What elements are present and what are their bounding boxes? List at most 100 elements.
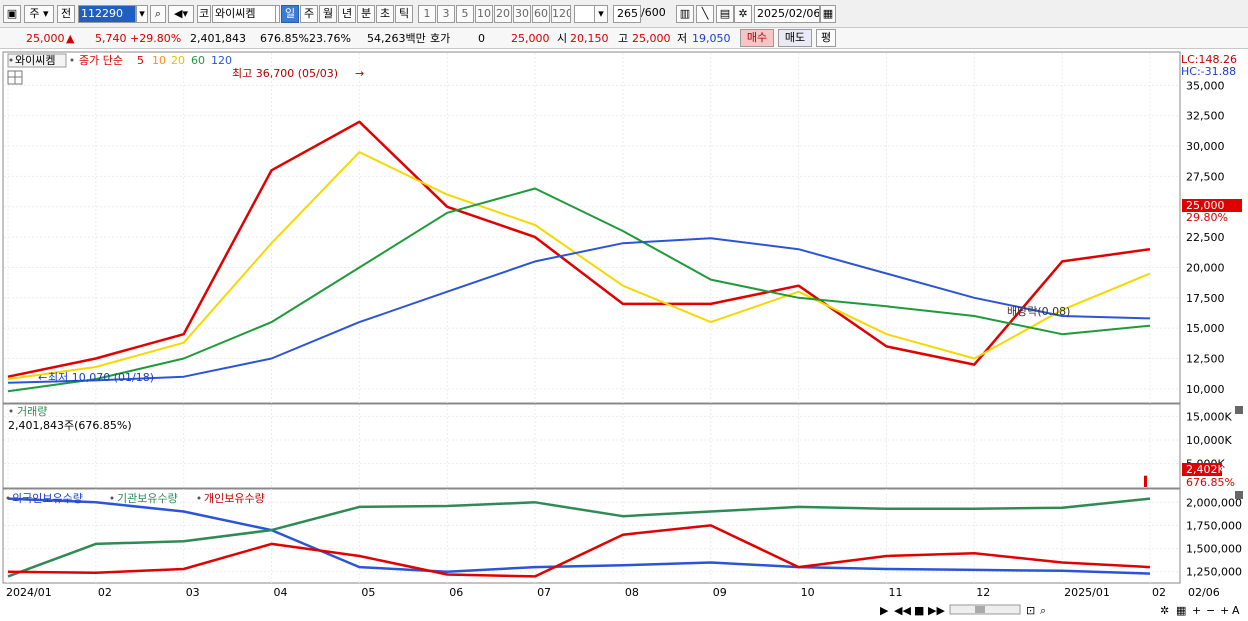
interval-20[interactable]: 20 — [494, 5, 512, 23]
chart-toolbar: ▣ 주 ▾ 전 112290 ▾ ⌕ ◀▾ 코 와이씨켐 일 주 월 년 분 초… — [0, 0, 1248, 28]
low-price: 19,050 — [692, 32, 731, 45]
count-max: /600 — [641, 6, 666, 19]
tab-daily[interactable]: 일 — [281, 5, 299, 23]
market-combo[interactable]: 주 ▾ — [24, 5, 54, 23]
price-tick-label: 30,000 — [1186, 140, 1225, 153]
price-tick-label: 22,500 — [1186, 231, 1225, 244]
legend-ma20: 20 — [171, 54, 185, 67]
price-tick-label: 15,000 — [1186, 322, 1225, 335]
x-tick-label: 04 — [274, 586, 288, 599]
calendar-icon[interactable]: ▦ — [820, 5, 836, 23]
dot-icon — [9, 409, 13, 413]
quote-bar: 25,000 ▲ 5,740 +29.80% 2,401,843 676.85%… — [0, 28, 1248, 49]
gear-icon[interactable]: ✲ — [734, 5, 752, 23]
stock-name-field[interactable]: 와이씨켐 — [212, 5, 276, 23]
stop-icon[interactable]: ■ — [914, 604, 924, 617]
price-tick-label: 10,000 — [1186, 383, 1225, 396]
plus-icon[interactable]: + — [1192, 604, 1201, 617]
x-tick-label: 2025/01 — [1064, 586, 1110, 599]
holdings-tick-label: 1,500,000 — [1186, 543, 1242, 556]
stock-chart[interactable]: 35,00032,50030,00027,50025,00022,50020,0… — [0, 49, 1248, 621]
interval-1[interactable]: 1 — [418, 5, 436, 23]
price-tick-label: 32,500 — [1186, 110, 1225, 123]
open-label: 시 — [557, 32, 568, 45]
eval-button[interactable]: 평 — [816, 29, 836, 47]
font-size-icon[interactable]: A — [1232, 604, 1240, 617]
candle-icon[interactable]: ▥ — [676, 5, 694, 23]
hoga-price: 25,000 — [511, 32, 550, 45]
price-tick-label: 12,500 — [1186, 353, 1225, 366]
price-tick-label: 35,000 — [1186, 79, 1225, 92]
interval-5[interactable]: 5 — [456, 5, 474, 23]
save-icon[interactable]: ▤ — [716, 5, 734, 23]
volume-bar-current — [1144, 475, 1147, 487]
market-combo-label: 주 — [29, 7, 40, 20]
x-tick-label: 02 — [98, 586, 112, 599]
interval-10[interactable]: 10 — [475, 5, 493, 23]
zoom-icon[interactable]: ⊡ — [1026, 604, 1035, 617]
x-tick-label: 11 — [888, 586, 902, 599]
legend-foreign: 외국인보유수량 — [12, 492, 83, 505]
x-tick-label: 10 — [801, 586, 815, 599]
price-tick-label: 20,000 — [1186, 261, 1225, 274]
interval-30[interactable]: 30 — [513, 5, 531, 23]
tab-tick[interactable]: 틱 — [395, 5, 413, 23]
rewind-icon[interactable]: ◀◀ — [894, 604, 911, 617]
scroll-thumb[interactable] — [975, 606, 985, 613]
dot-icon — [110, 496, 114, 500]
hc-label: HC:-31.88 — [1181, 65, 1236, 78]
window-icon[interactable]: ▣ — [3, 5, 21, 23]
right-arrow-icon: → — [355, 67, 364, 80]
close-icon[interactable] — [1235, 406, 1243, 414]
date-input[interactable]: 2025/02/06 — [754, 5, 820, 23]
prev-button[interactable]: 전 — [57, 5, 75, 23]
code-input[interactable]: 112290 — [78, 5, 136, 23]
price-tick-label: 17,500 — [1186, 292, 1225, 305]
low-annotation: 최저 10,070 (01/18) — [48, 371, 154, 384]
legend-ma120: 120 — [211, 54, 232, 67]
forward-icon[interactable]: ▶▶ — [928, 604, 945, 617]
tab-yearly[interactable]: 년 — [338, 5, 356, 23]
x-tick-label: 02 — [1152, 586, 1166, 599]
volume-current-pct: 676.85% — [1186, 476, 1235, 489]
speaker-icon[interactable]: ◀▾ — [168, 5, 194, 23]
x-tick-label: 2024/01 — [6, 586, 52, 599]
legend-ma5: 5 — [137, 54, 144, 67]
tab-weekly[interactable]: 주 — [300, 5, 318, 23]
left-arrow-icon: ← — [38, 371, 47, 384]
high-price: 25,000 — [632, 32, 671, 45]
x-axis-ticks: 2024/01 02 03 04 05 06 07 08 09 10 11 12 2025/01 02 02… — [6, 586, 1220, 599]
chevron-down-icon[interactable]: ▾ — [136, 5, 148, 23]
close-icon[interactable] — [1235, 491, 1243, 499]
x-tick-label: 06 — [449, 586, 463, 599]
dividend-annotation: 배당락(0.08) — [1007, 305, 1070, 318]
search-icon[interactable]: ⌕ — [150, 5, 166, 23]
x-tick-label: 09 — [713, 586, 727, 599]
interval-120[interactable]: 120 — [551, 5, 571, 23]
draw-line-icon[interactable]: ╲ — [696, 5, 714, 23]
sell-button[interactable]: 매도 — [778, 29, 812, 47]
buy-button[interactable]: 매수 — [740, 29, 774, 47]
settings-icon[interactable]: ✲ — [1160, 604, 1169, 617]
minus-icon[interactable]: − — [1206, 604, 1215, 617]
tab-monthly[interactable]: 월 — [319, 5, 337, 23]
volume-tick-label: 15,000K — [1186, 410, 1232, 423]
chevron-down-icon[interactable]: ▾ — [594, 5, 608, 23]
interval-3[interactable]: 3 — [437, 5, 455, 23]
grid-icon[interactable]: ▦ — [1176, 604, 1186, 617]
x-tick-label: 12 — [976, 586, 990, 599]
plus-icon[interactable]: + — [1220, 604, 1229, 617]
price-tick-label: 27,500 — [1186, 170, 1225, 183]
tab-minute[interactable]: 분 — [357, 5, 375, 23]
x-tick-label: 08 — [625, 586, 639, 599]
search-icon[interactable]: ⌕ — [1040, 604, 1046, 617]
market-prefix: 코 — [197, 5, 211, 23]
legend-institution: 기관보유수량 — [117, 492, 178, 505]
count-input[interactable]: 265 — [613, 5, 641, 23]
current-change-tag: 29.80% — [1186, 211, 1228, 224]
tab-second[interactable]: 초 — [376, 5, 394, 23]
dot-icon — [197, 496, 201, 500]
interval-60[interactable]: 60 — [532, 5, 550, 23]
volume-title: 거래량 — [17, 405, 47, 418]
play-icon[interactable]: ▶ — [880, 604, 889, 617]
